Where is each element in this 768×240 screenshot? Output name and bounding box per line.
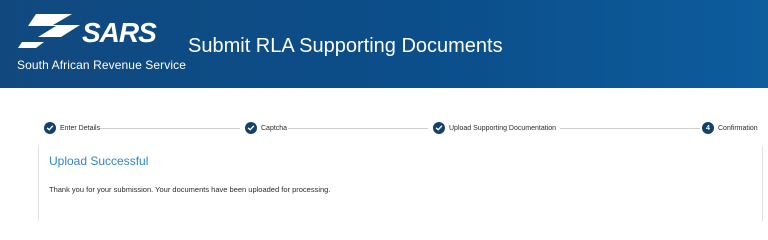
- stepper-line-3: [560, 128, 700, 129]
- upload-success-message: Thank you for your submission. Your docu…: [49, 185, 331, 194]
- main-content: Enter Details Captcha Upload Supporting …: [0, 88, 768, 221]
- upload-successful-title: Upload Successful: [49, 154, 149, 168]
- step-label-upload-supporting-documentation: Upload Supporting Documentation: [449, 124, 557, 132]
- site-header: SARS South African Revenue Service Submi…: [0, 0, 768, 88]
- check-icon: [245, 122, 257, 134]
- stepper-line-1: [100, 128, 240, 129]
- stepper-line-2: [288, 128, 428, 129]
- sars-logo: SARS: [18, 12, 178, 52]
- page-title: Submit RLA Supporting Documents: [188, 35, 503, 57]
- step-enter-details: Enter Details: [44, 122, 100, 134]
- check-icon: [44, 122, 56, 134]
- progress-stepper: Enter Details Captcha Upload Supporting …: [44, 122, 764, 136]
- check-icon: [433, 122, 445, 134]
- step-upload-supporting-documentation: Upload Supporting Documentation: [433, 122, 556, 134]
- step-label-captcha: Captcha: [261, 124, 288, 132]
- step-confirmation: 4 Confirmation: [702, 122, 758, 134]
- step-number: 4: [706, 124, 710, 132]
- site-subtitle: South African Revenue Service: [17, 58, 186, 72]
- step-number-badge: 4: [702, 122, 714, 134]
- confirmation-panel: Upload Successful Thank you for your sub…: [38, 146, 763, 221]
- svg-text:SARS: SARS: [82, 17, 157, 48]
- step-label-confirmation: Confirmation: [718, 124, 758, 132]
- step-label-enter-details: Enter Details: [60, 124, 101, 132]
- step-captcha: Captcha: [245, 122, 287, 134]
